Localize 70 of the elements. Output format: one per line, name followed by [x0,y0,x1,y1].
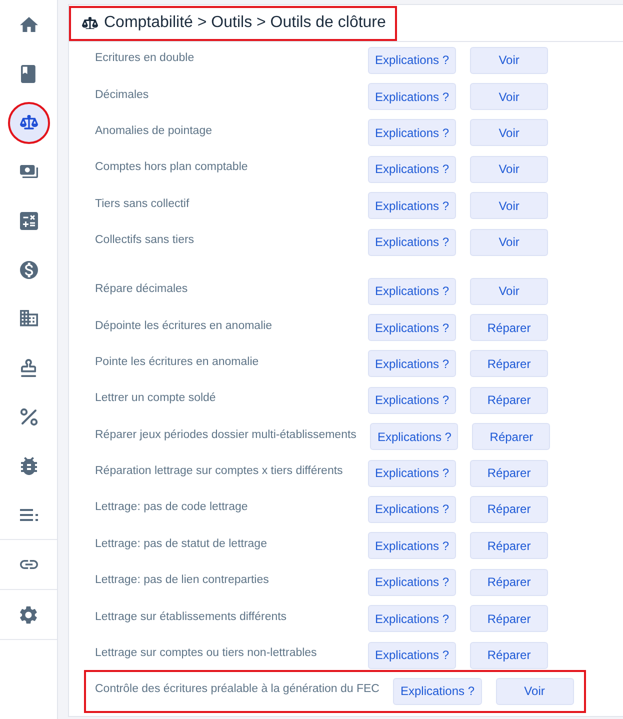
explanation-button[interactable]: Explications ? [368,642,456,669]
link-icon [20,560,38,569]
building-icon [20,310,38,327]
explanation-button[interactable]: Explications ? [370,423,458,450]
explanation-button[interactable]: Explications ? [368,496,456,523]
tool-label: Décimales [95,88,150,103]
action-button[interactable]: Voir [470,192,548,220]
explanation-button[interactable]: Explications ? [368,350,456,378]
stamp-icon [20,358,36,376]
action-button[interactable]: Réparer [470,460,548,487]
tool-label: Lettrage: pas de statut de lettrage [95,538,268,552]
explanation-button[interactable]: Explications ? [368,192,456,220]
action-button[interactable]: Voir [470,156,548,183]
action-button[interactable]: Voir [470,228,548,256]
scales-icon [82,16,98,30]
explanation-button[interactable]: Explications ? [368,605,456,632]
explanation-button[interactable]: Explications ? [393,678,482,705]
book-icon [21,64,36,82]
dollar-icon [20,260,38,278]
tool-label: Contrôle des écritures préalable à la génération du FEC [95,683,380,698]
action-button[interactable]: Voir [496,678,574,705]
action-button[interactable]: Réparer [470,350,548,378]
tool-label: Lettrer un compte soldé [95,392,217,406]
action-button[interactable]: Voir [470,119,548,146]
explanation-button[interactable]: Explications ? [368,532,456,560]
settings-icon [20,606,37,624]
tool-label: Pointe les écritures en anomalie [95,356,260,370]
action-button[interactable]: Voir [470,46,548,74]
tool-label: Lettrage: pas de code lettrage [95,501,249,516]
scales-icon [20,115,38,130]
tool-label: Lettrage: pas de lien contreparties [95,574,270,588]
tool-label: Répare décimales [95,283,189,298]
tool-label: Ecritures en double [95,52,196,66]
explanation-button[interactable]: Explications ? [368,228,456,256]
home-icon [20,16,38,32]
action-button[interactable]: Réparer [470,568,548,596]
calculator-icon [20,212,38,230]
breadcrumb: Comptabilité > Outils > Outils de clôture [104,14,386,32]
explanation-button[interactable]: Explications ? [368,83,456,110]
explanation-button[interactable]: Explications ? [368,386,456,414]
explanation-button[interactable]: Explications ? [368,46,456,74]
explanation-button[interactable]: Explications ? [368,278,456,305]
tool-label: Collectifs sans tiers [95,234,196,248]
percent-icon [20,408,38,426]
action-button[interactable]: Réparer [470,642,548,669]
explanation-button[interactable]: Explications ? [368,156,456,183]
explanation-button[interactable]: Explications ? [368,314,456,342]
action-button[interactable]: Réparer [470,605,548,632]
explanation-button[interactable]: Explications ? [368,460,456,487]
explanation-button[interactable]: Explications ? [368,568,456,596]
action-button[interactable]: Voir [470,83,548,110]
action-button[interactable]: Réparer [470,532,548,560]
bug-icon [20,456,36,474]
action-button[interactable]: Réparer [472,423,550,450]
tool-label: Dépointe les écritures en anomalie [95,320,274,334]
tool-label: Réparer jeux périodes dossier multi-établissements [95,428,356,443]
action-button[interactable]: Réparer [470,496,548,523]
tool-label: Tiers sans collectif [95,198,190,212]
action-button[interactable]: Voir [470,278,548,305]
list-icon [20,508,38,520]
explanation-button[interactable]: Explications ? [368,119,456,146]
tool-label: Réparation lettrage sur comptes x tiers différents [95,465,344,480]
banknotes-icon [20,164,38,178]
action-button[interactable]: Réparer [470,386,548,414]
action-button[interactable]: Réparer [470,314,548,342]
tool-label: Lettrage sur établissements différents [95,610,288,625]
tool-label: Anomalies de pointage [95,124,213,139]
tool-label: Lettrage sur comptes ou tiers non-lettrables [95,647,318,662]
tool-label: Comptes hors plan comptable [95,161,249,176]
nav-button[interactable] [8,102,50,144]
